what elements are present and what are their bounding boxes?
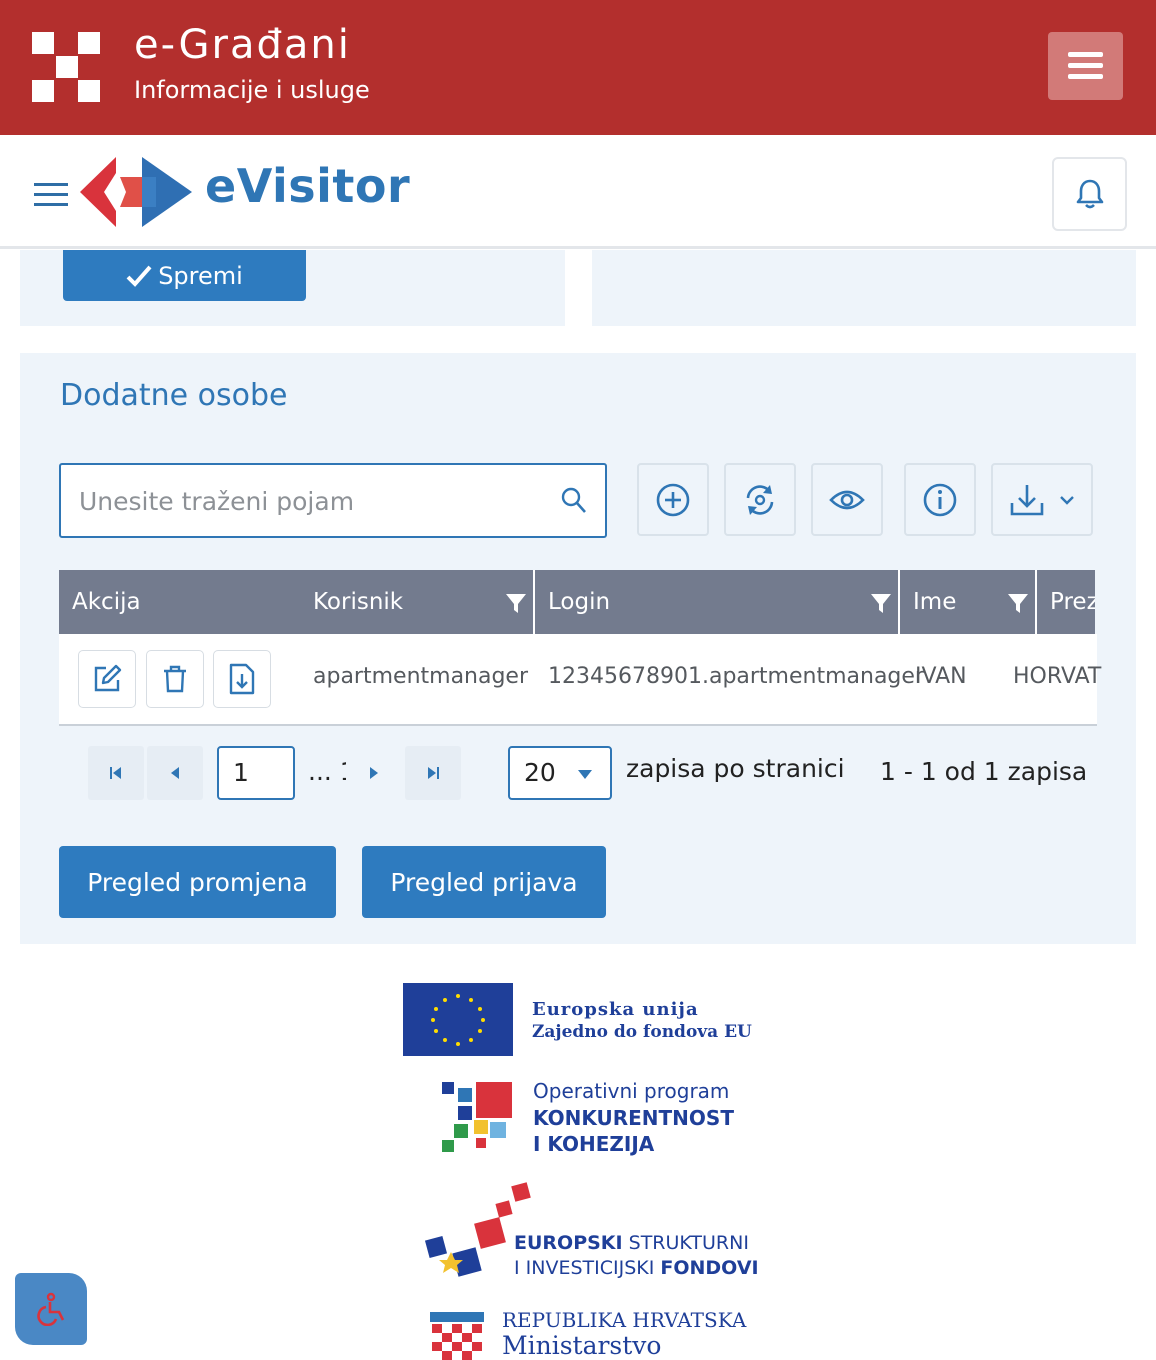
info-icon	[923, 483, 957, 516]
file-download-icon	[229, 663, 255, 695]
filter-icon[interactable]	[505, 592, 527, 614]
esi-text-line1: EUROPSKI STRUKTURNI	[514, 1232, 749, 1254]
records-range: 1 - 1 od 1 zapisa	[880, 757, 1088, 786]
eye-icon	[829, 490, 865, 509]
croatian-coat-of-arms-logo	[430, 1312, 484, 1360]
rh-text-line1: REPUBLIKA HRVATSKA	[502, 1308, 747, 1332]
edit-row-button[interactable]	[78, 650, 136, 708]
cell-korisnik: apartmentmanager	[313, 664, 529, 689]
trash-icon	[164, 665, 186, 693]
rh-text-line2: Ministarstvo	[502, 1331, 662, 1360]
form-panel-right	[592, 250, 1136, 326]
refresh-icon	[746, 484, 774, 515]
next-page-icon	[370, 767, 378, 779]
page-size-select[interactable]: 20	[508, 746, 612, 800]
op-text-line3: I KOHEZIJA	[533, 1132, 655, 1156]
search-box	[59, 463, 607, 538]
add-button[interactable]	[637, 463, 709, 536]
eu-flag-logo	[403, 983, 513, 1056]
next-page-button[interactable]	[346, 746, 402, 800]
export-dropdown-button[interactable]	[991, 463, 1093, 536]
chevron-down-icon	[578, 770, 592, 779]
accessibility-button[interactable]	[15, 1273, 87, 1345]
section-title: Dodatne osobe	[60, 378, 288, 413]
accessibility-icon	[37, 1292, 65, 1326]
download-row-button[interactable]	[213, 650, 271, 708]
esi-rest1: STRUKTURNI	[622, 1232, 749, 1254]
gov-header: e-Građani Informacije i usluge	[0, 0, 1156, 135]
search-icon[interactable]	[561, 487, 587, 515]
gov-checkerboard-logo[interactable]	[32, 32, 102, 102]
save-button[interactable]: Spremi	[63, 250, 306, 301]
op-text-line2: KONKURENTNOST	[533, 1106, 734, 1130]
filter-icon[interactable]	[870, 592, 892, 614]
first-page-button[interactable]	[88, 746, 144, 800]
column-divider	[898, 570, 900, 634]
eu-text-line2: Zajedno do fondova EU	[532, 1022, 752, 1042]
esi-bold1: EUROPSKI	[514, 1232, 623, 1254]
save-label: Spremi	[158, 261, 243, 290]
eu-text-line1: Europska unija	[532, 999, 699, 1020]
gov-title: e-Građani	[134, 22, 351, 68]
add-circle-icon	[656, 483, 690, 516]
gov-subtitle: Informacije i usluge	[134, 76, 370, 104]
column-divider	[533, 570, 535, 634]
column-header-korisnik[interactable]: Korisnik	[313, 570, 403, 634]
hamburger-icon	[1068, 52, 1103, 57]
last-page-button[interactable]	[405, 746, 461, 800]
view-button[interactable]	[811, 463, 883, 536]
cell-prezime: HORVAT	[1013, 664, 1102, 689]
table-header: Akcija Korisnik Login Ime Prez	[59, 570, 1095, 634]
page-size-value: 20	[524, 758, 556, 787]
cell-login: 12345678901.apartmentmanager	[548, 664, 924, 689]
download-icon	[1010, 484, 1044, 515]
chevron-down-icon	[1060, 495, 1074, 505]
search-input[interactable]	[79, 481, 539, 521]
column-divider	[1035, 570, 1037, 634]
last-page-icon	[428, 767, 439, 779]
prev-page-icon	[171, 767, 179, 779]
gov-menu-button[interactable]	[1048, 32, 1123, 100]
filter-icon[interactable]	[1007, 592, 1029, 614]
app-title: eVisitor	[205, 159, 411, 213]
evisitor-logo[interactable]	[80, 157, 192, 227]
app-header: eVisitor	[0, 135, 1156, 249]
delete-row-button[interactable]	[146, 650, 204, 708]
esi-rest2: I INVESTICIJSKI	[514, 1257, 661, 1279]
edit-icon	[94, 664, 122, 692]
eu-stars	[431, 994, 485, 1046]
notifications-button[interactable]	[1052, 157, 1127, 231]
prev-page-button[interactable]	[147, 746, 203, 800]
changes-review-button[interactable]: Pregled promjena	[59, 846, 336, 918]
op-program-logo	[442, 1082, 512, 1152]
info-button[interactable]	[904, 463, 976, 536]
column-header-prezime[interactable]: Prez	[1050, 570, 1095, 634]
page-number-input[interactable]: 1	[217, 746, 295, 800]
column-header-login[interactable]: Login	[548, 570, 610, 634]
check-icon	[126, 265, 152, 287]
column-header-akcija: Akcija	[72, 589, 141, 615]
esi-bold2: FONDOVI	[660, 1257, 759, 1279]
op-text-line1: Operativni program	[533, 1079, 730, 1103]
per-page-label: zapisa po stranici	[626, 754, 845, 783]
bell-icon	[1076, 179, 1104, 209]
hamburger-icon[interactable]	[34, 183, 68, 207]
table-row: apartmentmanager 12345678901.apartmentma…	[59, 634, 1101, 726]
first-page-icon	[110, 767, 121, 779]
registrations-review-button[interactable]: Pregled prijava	[362, 846, 606, 918]
column-header-ime[interactable]: Ime	[913, 570, 956, 634]
esi-text-line2: I INVESTICIJSKI FONDOVI	[514, 1257, 759, 1279]
refresh-button[interactable]	[724, 463, 796, 536]
cell-ime: IVAN	[915, 664, 967, 689]
